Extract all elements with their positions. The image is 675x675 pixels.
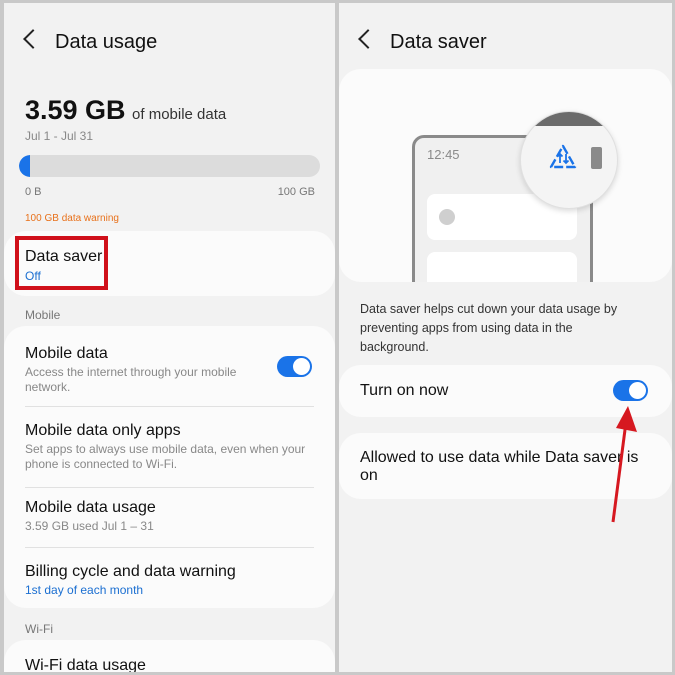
- usage-progress-bar: [19, 155, 320, 177]
- mobile-data-usage-title: Mobile data usage: [25, 499, 156, 516]
- usage-progress-fill: [19, 155, 30, 177]
- mobile-only-apps-title: Mobile data only apps: [25, 422, 181, 439]
- usage-period: Jul 1 - Jul 31: [25, 129, 94, 143]
- turn-on-toggle[interactable]: [613, 380, 648, 401]
- mobile-data-usage-desc: 3.59 GB used Jul 1 – 31: [25, 519, 154, 533]
- mobile-only-apps-desc: Set apps to always use mobile data, even…: [25, 442, 306, 471]
- toggle-knob: [629, 382, 646, 399]
- billing-cycle-title: Billing cycle and data warning: [25, 563, 236, 580]
- red-arrow-annotation: [611, 406, 637, 523]
- usage-amount: 3.59 GB: [25, 95, 126, 125]
- billing-cycle-link: 1st day of each month: [25, 583, 144, 597]
- back-arrow-icon[interactable]: [23, 29, 43, 49]
- highlight-box: [15, 236, 108, 290]
- page-title: Data saver: [390, 31, 487, 53]
- usage-max-label: 100 GB: [277, 186, 315, 198]
- data-warning-label: 100 GB data warning: [25, 213, 119, 224]
- section-label-mobile: Mobile: [25, 308, 61, 322]
- mobile-data-toggle[interactable]: [277, 356, 312, 377]
- usage-min-label: 0 B: [25, 186, 42, 198]
- illustration-card: 12:45: [339, 69, 672, 282]
- mobile-data-desc: Access the internet through your mobile …: [25, 365, 237, 394]
- mobile-data-usage-row[interactable]: Mobile data usage 3.59 GB used Jul 1 – 3…: [4, 488, 335, 546]
- usage-suffix: of mobile data: [132, 106, 227, 123]
- notification-dot: [439, 209, 455, 225]
- mobile-only-apps-row[interactable]: Mobile data only apps Set apps to always…: [4, 407, 335, 487]
- battery-icon: [591, 147, 602, 169]
- turn-on-label: Turn on now: [360, 382, 449, 399]
- phone-clock: 12:45: [427, 147, 460, 162]
- phone-notification: [427, 252, 577, 282]
- back-arrow-icon[interactable]: [358, 29, 378, 49]
- data-saver-description: Data saver helps cut down your data usag…: [360, 302, 618, 354]
- data-saver-screen: Data saver 12:45 Data saver helps cut do…: [339, 3, 672, 672]
- usage-summary: 3.59 GB of mobile data: [25, 95, 226, 126]
- wifi-card[interactable]: Wi-Fi data usage: [4, 640, 335, 672]
- toggle-knob: [293, 358, 310, 375]
- magnifier-circle: [520, 111, 618, 209]
- top-bar: Data saver: [339, 3, 672, 73]
- mobile-data-row[interactable]: Mobile data Access the internet through …: [4, 326, 335, 406]
- mobile-card: Mobile data Access the internet through …: [4, 326, 335, 608]
- section-label-wifi: Wi-Fi: [25, 622, 53, 636]
- mobile-data-title: Mobile data: [25, 345, 108, 362]
- top-bar: Data usage: [4, 3, 335, 73]
- status-bar-dark: [521, 112, 617, 126]
- billing-cycle-row[interactable]: Billing cycle and data warning 1st day o…: [4, 548, 335, 608]
- data-usage-screen: Data usage 3.59 GB of mobile data Jul 1 …: [4, 3, 335, 672]
- data-saver-icon: [549, 144, 577, 169]
- page-title: Data usage: [55, 31, 158, 53]
- wifi-data-usage-title: Wi-Fi data usage: [25, 657, 146, 672]
